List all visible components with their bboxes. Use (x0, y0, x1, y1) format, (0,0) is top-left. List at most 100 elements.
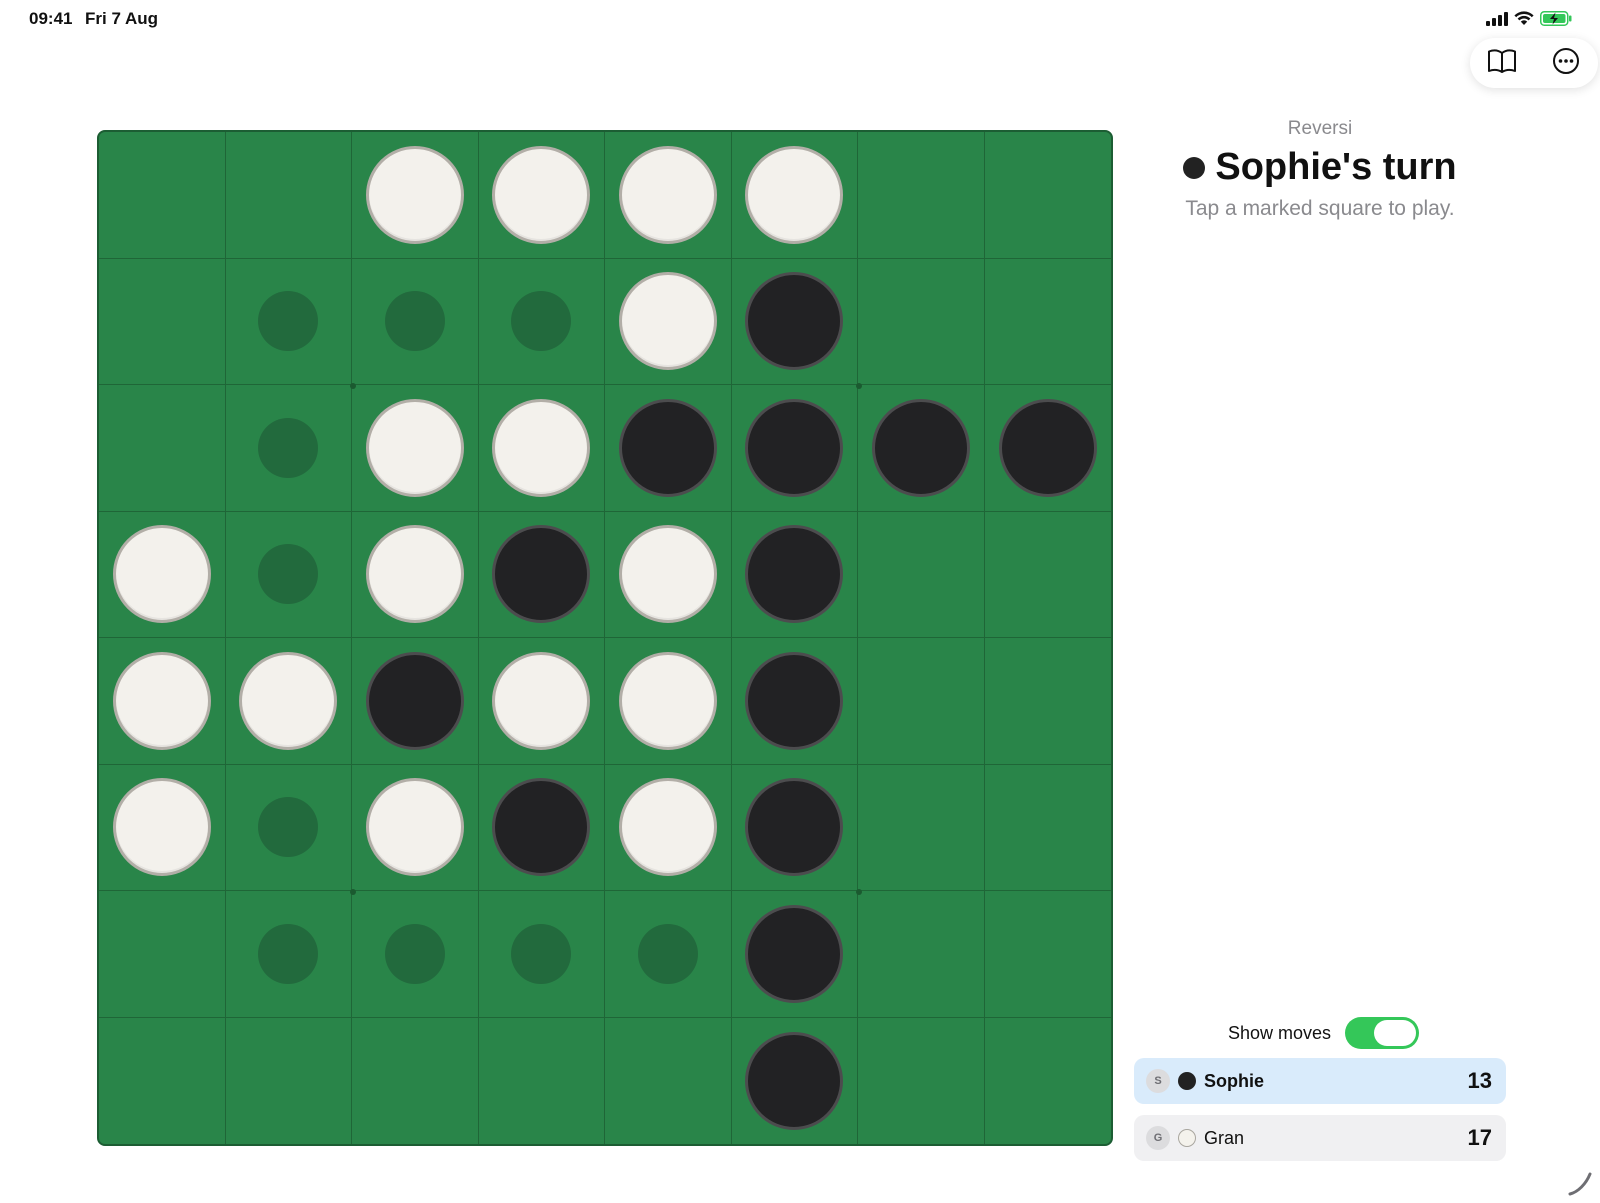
show-moves-toggle[interactable] (1345, 1017, 1420, 1049)
board-cell-r3c1 (99, 385, 226, 512)
legal-move-marker[interactable] (258, 417, 319, 478)
board-cell-r5c6 (731, 638, 858, 765)
board-cell-r5c1 (99, 638, 226, 765)
board-cell-r3c3 (352, 385, 479, 512)
turn-indicator: Sophie's turn (1140, 146, 1500, 189)
board-cell-r6c5 (605, 764, 732, 891)
status-bar: 09:41 Fri 7 Aug (0, 0, 1600, 40)
board-cell-r8c7 (858, 1017, 985, 1144)
board-cell-r1c4 (478, 132, 605, 259)
board-cell-r6c8 (984, 765, 1111, 891)
board-cell-r7c5[interactable] (605, 891, 732, 1018)
board-cell-r2c2[interactable] (225, 258, 352, 385)
board-cell-r8c6 (732, 1017, 858, 1144)
black-disc (618, 398, 717, 497)
board-star-point (856, 889, 862, 895)
board-cell-r7c2[interactable] (225, 891, 352, 1018)
board-cell-r8c5 (605, 1017, 732, 1144)
white-disc (112, 651, 211, 750)
board-cell-r2c5 (605, 258, 732, 385)
black-disc (492, 525, 591, 624)
white-disc (112, 525, 211, 624)
board-cell-r4c8 (984, 512, 1111, 638)
legal-move-marker[interactable] (511, 923, 572, 984)
show-moves-label: Show moves (1228, 1022, 1332, 1043)
board-star-point (350, 383, 356, 389)
board-cell-r2c4[interactable] (478, 258, 605, 385)
board-cell-r6c1 (99, 764, 226, 891)
player-row-sophie: S Sophie 13 (1134, 1058, 1506, 1104)
board-cell-r4c3 (352, 511, 479, 638)
board-cell-r1c7 (858, 132, 985, 259)
board-cell-r1c8 (984, 132, 1111, 259)
black-disc (745, 272, 844, 371)
white-disc (618, 525, 717, 624)
board-cell-r2c8 (984, 259, 1111, 385)
board-cell-r4c5 (605, 511, 732, 638)
signal-icon (1486, 11, 1508, 31)
board-cell-r3c5 (605, 385, 732, 512)
white-disc-icon (1178, 1129, 1196, 1147)
board-cell-r7c1 (99, 891, 226, 1018)
white-disc (112, 778, 211, 877)
white-disc (618, 778, 717, 877)
board-cell-r1c5 (605, 132, 732, 259)
legal-move-marker[interactable] (258, 291, 319, 352)
legal-move-marker[interactable] (384, 291, 445, 352)
board-cell-r3c8 (984, 385, 1111, 512)
white-disc (492, 145, 591, 244)
board-cell-r5c2 (225, 638, 352, 765)
board-cell-r4c6 (731, 511, 858, 638)
board-cell-r6c3 (352, 764, 479, 891)
board-star-point (856, 383, 862, 389)
board-cell-r8c3 (352, 1017, 479, 1144)
legal-move-marker[interactable] (258, 797, 319, 858)
black-disc (998, 398, 1097, 497)
legal-move-marker[interactable] (384, 923, 445, 984)
legal-move-marker[interactable] (258, 923, 319, 984)
black-disc (745, 651, 844, 750)
board-cell-r1c2 (225, 132, 352, 259)
board-cell-r3c2[interactable] (225, 385, 352, 512)
board-cell-r6c4 (478, 764, 605, 891)
rules-book-button[interactable] (1480, 41, 1524, 85)
black-disc (745, 778, 844, 877)
black-disc (492, 778, 591, 877)
white-disc (365, 778, 464, 877)
white-disc (365, 145, 464, 244)
white-disc (492, 398, 591, 497)
white-disc (239, 651, 338, 750)
board-cell-r4c2[interactable] (225, 511, 352, 638)
show-moves-setting: Show moves (1228, 1017, 1420, 1049)
turn-disc-icon (1183, 156, 1206, 179)
white-disc (365, 398, 464, 497)
board-cell-r3c4 (478, 385, 605, 512)
board-cell-r4c4 (478, 511, 605, 638)
board-cell-r1c6 (731, 132, 858, 259)
board-cell-r7c8 (984, 891, 1111, 1018)
white-disc (745, 145, 844, 244)
board-cell-r5c3 (352, 638, 479, 765)
board-cell-r6c2[interactable] (225, 764, 352, 891)
white-disc (618, 272, 717, 371)
player-name: Sophie (1204, 1070, 1265, 1091)
resize-handle-icon[interactable] (1568, 1172, 1594, 1203)
board-cell-r2c6 (731, 258, 858, 385)
board-cell-r6c7 (858, 764, 985, 891)
black-disc (871, 398, 970, 497)
legal-move-marker[interactable] (511, 291, 572, 352)
player-score: 13 (1467, 1068, 1492, 1093)
legal-move-marker[interactable] (258, 544, 319, 605)
board-cell-r7c3[interactable] (352, 891, 479, 1018)
board-cell-r5c8 (984, 638, 1111, 765)
board-cell-r2c3[interactable] (352, 258, 479, 385)
board-cell-r1c1 (99, 132, 226, 259)
white-disc (492, 651, 591, 750)
more-options-button[interactable] (1544, 41, 1588, 85)
board-cell-r7c4[interactable] (478, 891, 605, 1018)
board-cell-r4c1 (99, 511, 226, 638)
legal-move-marker[interactable] (637, 923, 698, 984)
game-board (97, 130, 1113, 1146)
turn-title: Sophie's turn (1215, 146, 1457, 188)
player-score: 17 (1467, 1125, 1492, 1150)
